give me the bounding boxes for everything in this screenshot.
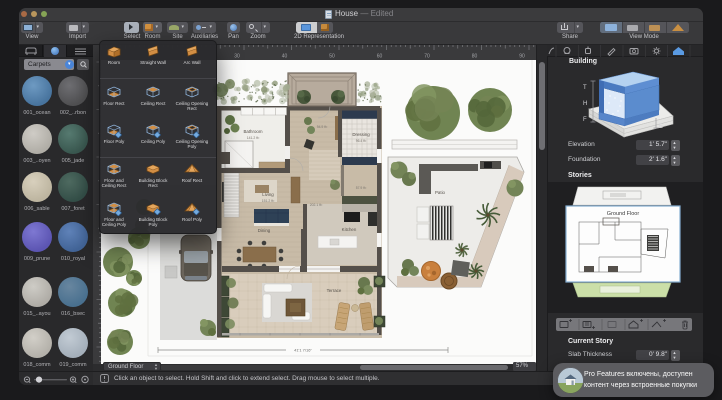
svg-text:151.2 ft²: 151.2 ft² (262, 199, 275, 203)
svg-text:F: F (583, 117, 587, 123)
svg-text:96.4 ft²: 96.4 ft² (356, 139, 367, 143)
svg-text:50: 50 (329, 54, 335, 60)
svg-text:Living: Living (262, 192, 274, 197)
svg-text:70: 70 (424, 54, 430, 60)
svg-text:Ground Floor: Ground Floor (607, 211, 640, 217)
svg-text:Dressing: Dressing (352, 132, 370, 137)
svg-text:80: 80 (472, 54, 478, 60)
svg-text:T: T (583, 85, 587, 91)
svg-text:94.9 ft²: 94.9 ft² (317, 125, 328, 129)
svg-text:30: 30 (234, 54, 240, 60)
svg-text:41'1 7/16": 41'1 7/16" (294, 348, 312, 353)
svg-text:141.2 ft²: 141.2 ft² (247, 136, 260, 140)
svg-text:202.1 ft²: 202.1 ft² (310, 203, 323, 207)
svg-text:90: 90 (519, 54, 525, 60)
svg-text:Terrace: Terrace (327, 288, 342, 293)
svg-text:Kitchen: Kitchen (342, 227, 357, 232)
svg-text:Patio: Patio (435, 190, 446, 195)
svg-text:Bathroom: Bathroom (243, 129, 262, 134)
svg-text:60: 60 (377, 54, 383, 60)
svg-text:H: H (583, 101, 587, 107)
svg-text:E: E (659, 124, 663, 130)
svg-text:40: 40 (282, 54, 288, 60)
svg-text:57.9 ft²: 57.9 ft² (356, 186, 367, 190)
svg-text:Dining: Dining (258, 228, 271, 233)
